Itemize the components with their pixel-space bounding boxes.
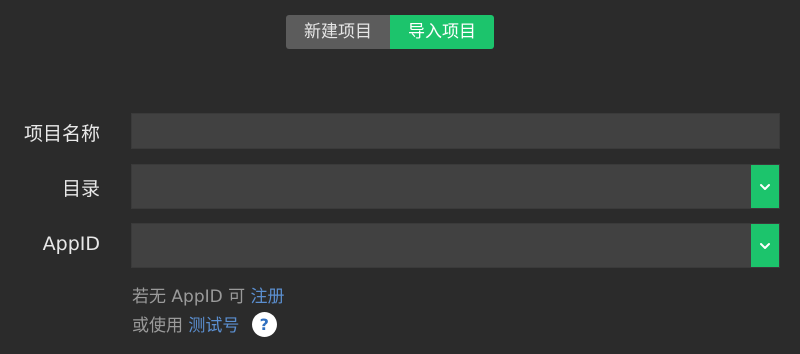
chevron-down-icon xyxy=(760,183,770,190)
question-mark-icon[interactable]: ? xyxy=(251,311,277,337)
test-account-link[interactable]: 测试号 xyxy=(188,316,239,336)
project-name-input[interactable] xyxy=(132,114,779,148)
tab-import-project[interactable]: 导入项目 xyxy=(390,15,494,49)
project-name-label: 项目名称 xyxy=(23,123,100,145)
appid-label: AppID xyxy=(42,233,100,255)
register-link[interactable]: 注册 xyxy=(251,287,285,307)
project-name-field xyxy=(131,113,780,149)
directory-label: 目录 xyxy=(61,178,100,200)
chevron-down-icon xyxy=(760,242,770,249)
directory-dropdown-button[interactable] xyxy=(751,165,779,208)
test-account-hint: 或使用 测试号 ? xyxy=(132,311,277,339)
project-mode-tabs: 新建项目 导入项目 xyxy=(286,15,494,49)
tab-new-project[interactable]: 新建项目 xyxy=(286,15,390,49)
appid-input[interactable] xyxy=(132,224,751,267)
directory-input[interactable] xyxy=(132,165,751,208)
appid-field xyxy=(131,223,780,268)
test-account-hint-text: 或使用 xyxy=(132,316,183,336)
appid-dropdown-button[interactable] xyxy=(751,224,779,267)
register-hint: 若无 AppID 可 注册 xyxy=(132,282,285,307)
register-hint-text: 若无 AppID 可 xyxy=(132,287,246,307)
directory-field xyxy=(131,164,780,209)
